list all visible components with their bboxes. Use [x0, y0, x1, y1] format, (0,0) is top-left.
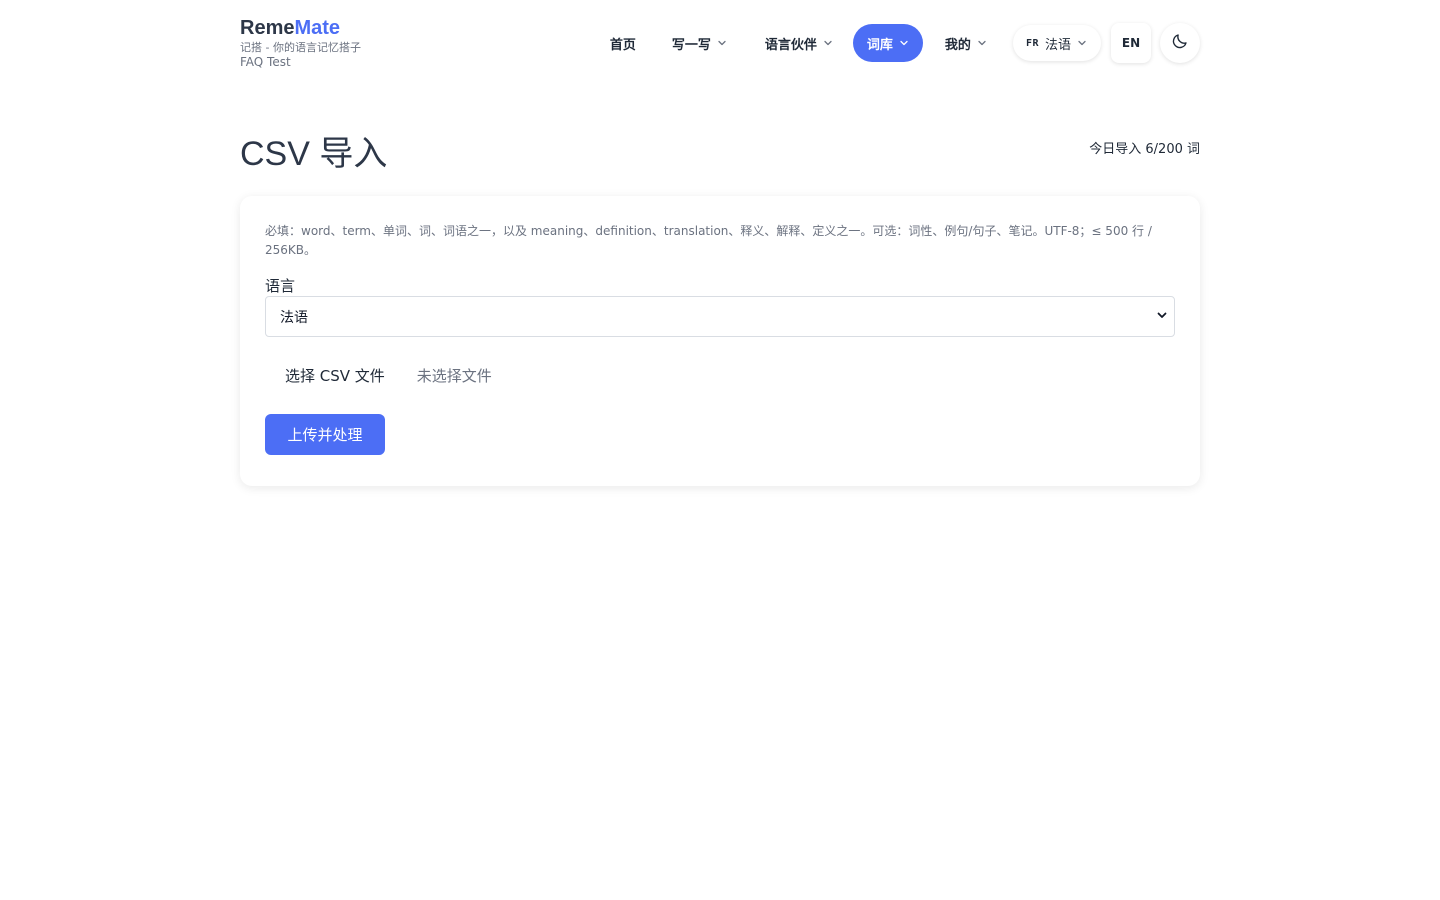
nav-item-label: 我的: [944, 37, 971, 53]
brand-title-part1: Reme: [240, 17, 295, 39]
chevron-down-icon: [717, 38, 727, 48]
language-select[interactable]: 法语: [265, 296, 1175, 337]
nav-item-home[interactable]: 首页: [596, 24, 650, 62]
ui-language-button[interactable]: EN: [1111, 23, 1151, 63]
chevron-down-icon: [1156, 309, 1168, 325]
nav-item-vocabulary[interactable]: 词库: [852, 24, 923, 62]
brand[interactable]: RemeMate 记搭 - 你的语言记忆搭子 FAQ Test: [240, 16, 361, 70]
top-header: RemeMate 记搭 - 你的语言记忆搭子 FAQ Test 首页 写一写 语…: [240, 0, 1200, 88]
moon-icon: [1171, 32, 1189, 54]
chevron-down-icon: [1077, 38, 1087, 48]
chevron-down-icon: [899, 38, 909, 48]
nav-item-language-partner[interactable]: 语言伙伴: [751, 24, 847, 62]
upload-and-process-button[interactable]: 上传并处理: [265, 414, 385, 455]
nav-item-label: 写一写: [671, 37, 711, 53]
environment-label: FAQ Test: [240, 55, 291, 69]
chevron-down-icon: [977, 38, 987, 48]
file-picker: 选择 CSV 文件 未选择文件: [265, 364, 1175, 386]
nav-item-label: 语言伙伴: [764, 37, 817, 53]
chevron-down-icon: [823, 38, 833, 48]
nav-item-label: 词库: [866, 37, 893, 53]
brand-subtitle: 记搭 - 你的语言记忆搭子: [240, 41, 361, 54]
language-select-value: 法语: [280, 309, 308, 326]
language-code: FR: [1025, 37, 1039, 49]
theme-toggle-button[interactable]: [1160, 23, 1200, 63]
choose-csv-file-button[interactable]: 选择 CSV 文件: [265, 365, 385, 386]
brand-logo-text: RemeMate: [240, 16, 361, 40]
nav-item-write[interactable]: 写一写: [658, 24, 741, 62]
daily-import-quota: 今日导入 6/200 词: [1089, 142, 1200, 157]
page-title: CSV 导入: [240, 135, 388, 173]
csv-format-hint: 必填：word、term、单词、词、词语之一，以及 meaning、defini…: [265, 224, 1152, 257]
nav-item-mine[interactable]: 我的: [931, 24, 1001, 62]
main-nav: 首页 写一写 语言伙伴 词库 我的 FR 法语 EN: [596, 23, 1200, 63]
csv-import-card: 必填：word、term、单词、词、词语之一，以及 meaning、defini…: [240, 196, 1200, 486]
file-status: 未选择文件: [416, 366, 492, 385]
nav-item-label: 首页: [609, 37, 636, 53]
language-field-label: 语言: [265, 277, 296, 295]
learning-language-selector[interactable]: FR 法语: [1012, 25, 1101, 61]
page-heading: CSV 导入 今日导入 6/200 词: [240, 88, 1200, 196]
language-label: 法语: [1044, 37, 1071, 53]
brand-title-part2: Mate: [294, 17, 341, 39]
